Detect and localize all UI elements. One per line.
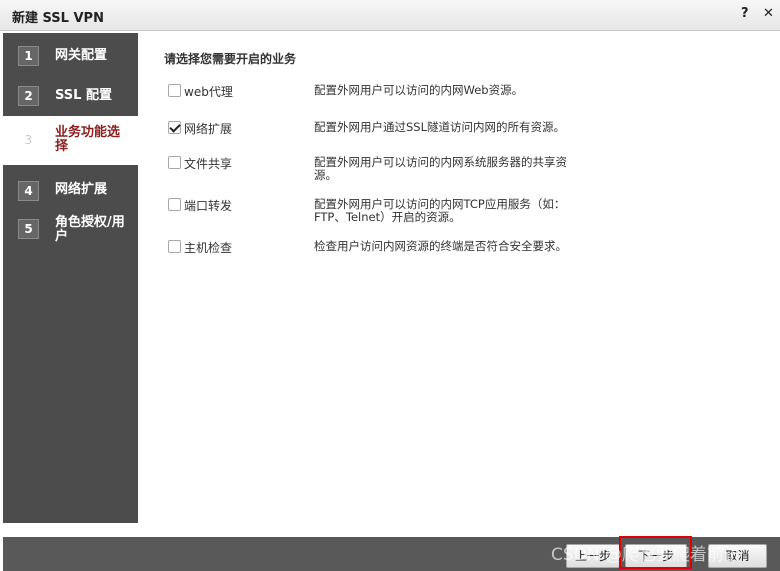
option-label: 端口转发 [184,199,233,213]
sidebar-step-network-extension[interactable]: 4 网络扩展 [3,177,138,205]
sidebar-step-gateway-config[interactable]: 1 网关配置 [3,42,138,70]
port-forwarding-checkbox[interactable] [168,198,181,211]
option-label: 文件共享 [184,157,233,171]
step-label: 业务功能选择 [55,125,121,154]
file-sharing-checkbox[interactable] [168,156,181,169]
sidebar-step-service-selection[interactable]: 3 业务功能选择 [3,116,138,165]
step-label: 网关配置 [55,48,108,63]
option-description: 配置外网用户可以访问的内网TCP应用服务（如：FTP、Telnet）开启的资源。 [314,197,566,224]
step-number: 2 [18,86,39,106]
next-button[interactable]: 下一步 [625,544,687,568]
option-label: web代理 [184,85,233,99]
help-icon[interactable]: ? [741,6,749,21]
option-description: 配置外网用户通过SSL隧道访问内网的所有资源。 [314,120,566,134]
step-number: 1 [18,46,39,66]
step-label: 网络扩展 [55,182,108,197]
step-label: 角色授权/用户 [55,215,125,244]
section-title: 请选择您需要开启的业务 [164,52,297,66]
window-titlebar: 新建 SSL VPN ? ✕ [0,0,780,31]
step-label: SSL 配置 [55,88,112,103]
sidebar-step-ssl-config[interactable]: 2 SSL 配置 [3,82,138,110]
step-number: 3 [24,133,33,147]
wizard-sidebar: 1 网关配置 2 SSL 配置 3 业务功能选择 4 网络扩展 5 角色授权/用… [3,33,138,523]
option-label: 主机检查 [184,241,233,255]
close-icon[interactable]: ✕ [763,6,774,21]
network-extension-checkbox[interactable] [168,121,181,134]
cancel-button[interactable]: 取消 [708,544,767,568]
option-description: 配置外网用户可以访问的内网Web资源。 [314,83,524,97]
step-number: 5 [18,219,39,239]
web-proxy-checkbox[interactable] [168,84,181,97]
option-description: 配置外网用户可以访问的内网系统服务器的共享资源。 [314,155,567,182]
step-number: 4 [18,181,39,201]
prev-button[interactable]: 上一步 [566,544,620,568]
sidebar-step-role-authorization[interactable]: 5 角色授权/用户 [3,213,138,249]
window-title: 新建 SSL VPN [12,11,104,26]
host-check-checkbox[interactable] [168,240,181,253]
option-description: 检查用户访问内网资源的终端是否符合安全要求。 [314,239,567,253]
option-label: 网络扩展 [184,122,233,136]
